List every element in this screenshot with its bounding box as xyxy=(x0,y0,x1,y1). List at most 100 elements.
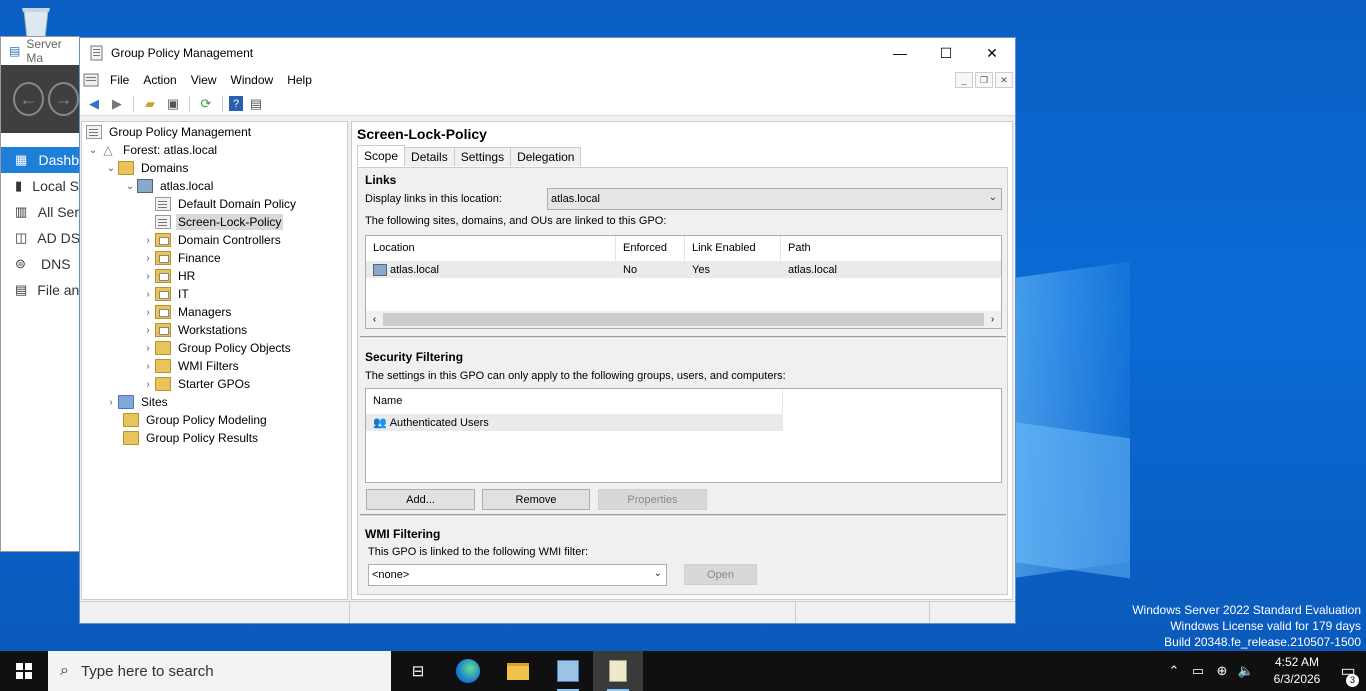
refresh-icon[interactable]: ⟳ xyxy=(196,95,216,113)
tree-node-hr[interactable]: › HR xyxy=(141,267,197,285)
sidebar-item-all-servers[interactable]: ▥ All Ser xyxy=(1,199,79,225)
network-adapter-icon[interactable]: ▭ xyxy=(1186,663,1210,679)
tree-node-starter-gpos[interactable]: › Starter GPOs xyxy=(141,375,252,393)
open-wmi-button[interactable]: Open xyxy=(684,564,757,585)
menu-help[interactable]: Help xyxy=(280,73,319,87)
server-manager-window[interactable]: ▤ Server Ma ← → ▦ Dashb ▮ Local S ▥ All Ser… xyxy=(0,36,80,552)
section-divider[interactable] xyxy=(360,336,1006,339)
task-view-button[interactable]: ⊟ xyxy=(393,651,443,691)
tree-node-domains[interactable]: ⌄ Domains xyxy=(104,159,190,177)
table-row[interactable]: 👥 Authenticated Users xyxy=(366,414,783,431)
tree-node-finance[interactable]: › Finance xyxy=(141,249,223,267)
collapse-chevron-icon[interactable]: ⌄ xyxy=(123,181,137,192)
column-name[interactable]: Name xyxy=(366,389,783,413)
menu-action[interactable]: Action xyxy=(136,73,183,87)
properties-view-icon[interactable]: ▤ xyxy=(246,95,266,113)
back-arrow-icon[interactable]: ◀ xyxy=(84,95,104,113)
wmi-filter-dropdown[interactable]: <none> ⌄ xyxy=(368,564,667,586)
forward-arrow-icon[interactable]: ▶ xyxy=(107,95,127,113)
expand-chevron-icon[interactable]: › xyxy=(141,325,155,336)
minimize-button[interactable]: — xyxy=(877,38,923,68)
tree-node-gpm-root[interactable]: Group Policy Management xyxy=(86,123,253,141)
taskbar-file-explorer[interactable] xyxy=(493,651,543,691)
expand-chevron-icon[interactable]: › xyxy=(104,397,118,408)
up-folder-icon[interactable]: ▰ xyxy=(140,95,160,113)
table-row[interactable]: atlas.local No Yes atlas.local xyxy=(366,261,1001,278)
links-horizontal-scrollbar[interactable]: ‹ › xyxy=(366,311,1001,328)
back-icon[interactable]: ← xyxy=(13,82,44,116)
column-location[interactable]: Location xyxy=(366,236,616,260)
tab-delegation[interactable]: Delegation xyxy=(510,147,582,166)
tree-node-default-domain-policy[interactable]: Default Domain Policy xyxy=(155,195,298,213)
clock[interactable]: 4:52 AM 6/3/2026 xyxy=(1264,654,1330,688)
gpm-window[interactable]: Group Policy Management — ☐ ✕ File Actio… xyxy=(79,37,1016,624)
mdi-restore-icon[interactable]: ❐ xyxy=(975,72,993,88)
network-globe-icon[interactable]: ⊕ xyxy=(1210,663,1234,679)
column-link-enabled[interactable]: Link Enabled xyxy=(685,236,781,260)
tree-node-it[interactable]: › IT xyxy=(141,285,191,303)
tree-node-managers[interactable]: › Managers xyxy=(141,303,233,321)
maximize-button[interactable]: ☐ xyxy=(923,38,969,68)
menu-file[interactable]: File xyxy=(103,73,136,87)
expand-chevron-icon[interactable]: › xyxy=(141,289,155,300)
mdi-close-icon[interactable]: ✕ xyxy=(995,72,1013,88)
link-location-dropdown[interactable]: atlas.local ⌄ xyxy=(547,188,1002,210)
notification-center-button[interactable]: ▭ 3 xyxy=(1330,661,1366,687)
expand-chevron-icon[interactable]: › xyxy=(141,379,155,390)
expand-chevron-icon[interactable]: › xyxy=(141,307,155,318)
tree-node-forest[interactable]: ⌄ △ Forest: atlas.local xyxy=(86,141,219,159)
help-icon[interactable]: ? xyxy=(229,96,243,111)
security-filter-list[interactable]: Name 👥 Authenticated Users xyxy=(365,388,1002,483)
tree-node-sites[interactable]: › Sites xyxy=(104,393,170,411)
sidebar-item-file-services[interactable]: ▤ File an xyxy=(1,277,79,303)
remove-button[interactable]: Remove xyxy=(482,489,590,510)
expand-chevron-icon[interactable]: › xyxy=(141,253,155,264)
tab-details[interactable]: Details xyxy=(404,147,455,166)
show-hide-tree-icon[interactable]: ▣ xyxy=(163,95,183,113)
scroll-right-icon[interactable]: › xyxy=(984,314,1001,325)
scroll-left-icon[interactable]: ‹ xyxy=(366,314,383,325)
tree-node-group-policy-objects[interactable]: › Group Policy Objects xyxy=(141,339,293,357)
start-button[interactable] xyxy=(0,651,48,691)
tree-node-gp-results[interactable]: Group Policy Results xyxy=(123,429,260,447)
tree-node-workstations[interactable]: › Workstations xyxy=(141,321,249,339)
close-button[interactable]: ✕ xyxy=(969,38,1015,68)
mdi-minimize-icon[interactable]: _ xyxy=(955,72,973,88)
tree-node-gp-modeling[interactable]: Group Policy Modeling xyxy=(123,411,269,429)
recycle-bin-icon[interactable] xyxy=(16,6,56,40)
expand-chevron-icon[interactable]: › xyxy=(141,235,155,246)
taskbar-server-manager[interactable] xyxy=(543,651,593,691)
links-list[interactable]: Location Enforced Link Enabled Path atla… xyxy=(365,235,1002,329)
sidebar-item-ad-ds[interactable]: ◫ AD DS xyxy=(1,225,79,251)
sidebar-item-dashboard[interactable]: ▦ Dashb xyxy=(1,147,79,173)
menu-view[interactable]: View xyxy=(184,73,224,87)
tree-node-domain[interactable]: ⌄ atlas.local xyxy=(123,177,215,195)
forward-icon[interactable]: → xyxy=(48,82,79,116)
taskbar-edge[interactable] xyxy=(443,651,493,691)
properties-button[interactable]: Properties xyxy=(598,489,707,510)
tab-settings[interactable]: Settings xyxy=(453,147,512,166)
sidebar-item-local-server[interactable]: ▮ Local S xyxy=(1,173,79,199)
expand-chevron-icon[interactable]: › xyxy=(141,271,155,282)
taskbar-search-box[interactable]: ⌕ Type here to search xyxy=(48,651,391,691)
menu-window[interactable]: Window xyxy=(224,73,281,87)
show-hidden-icons-icon[interactable]: ⌃ xyxy=(1162,663,1186,679)
collapse-chevron-icon[interactable]: ⌄ xyxy=(104,163,118,174)
taskbar-gpm[interactable] xyxy=(593,651,643,691)
mmc-icon[interactable] xyxy=(83,73,99,87)
column-path[interactable]: Path xyxy=(781,236,1001,260)
expand-chevron-icon[interactable]: › xyxy=(141,361,155,372)
tree-node-wmi-filters[interactable]: › WMI Filters xyxy=(141,357,241,375)
tree-node-screen-lock-policy[interactable]: Screen-Lock-Policy xyxy=(155,213,284,231)
collapse-chevron-icon[interactable]: ⌄ xyxy=(86,145,100,156)
title-bar[interactable]: Group Policy Management — ☐ ✕ xyxy=(80,38,1015,68)
sidebar-item-dns[interactable]: ⊜ DNS xyxy=(1,251,79,277)
tree-node-domain-controllers[interactable]: › Domain Controllers xyxy=(141,231,283,249)
add-button[interactable]: Add... xyxy=(366,489,475,510)
volume-muted-icon[interactable]: 🔈 xyxy=(1234,663,1258,679)
scroll-thumb[interactable] xyxy=(383,313,984,326)
column-enforced[interactable]: Enforced xyxy=(616,236,685,260)
tab-scope[interactable]: Scope xyxy=(357,145,406,166)
expand-chevron-icon[interactable]: › xyxy=(141,343,155,354)
section-divider[interactable] xyxy=(360,514,1006,517)
